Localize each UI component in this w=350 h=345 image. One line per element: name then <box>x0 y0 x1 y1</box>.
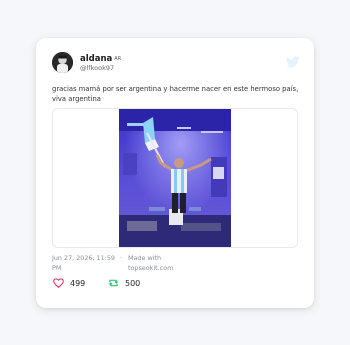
retweet-count: 500 <box>125 278 141 288</box>
like-count: 499 <box>70 278 86 288</box>
tweet-date: Jun 27, 2026, 11:59 PM <box>52 254 115 272</box>
tweet-stats: 499 500 <box>52 276 252 290</box>
retweet-icon <box>109 279 118 287</box>
twitter-bird-icon <box>286 56 300 68</box>
photo-image <box>119 109 231 247</box>
retweet-button[interactable]: 500 <box>108 276 140 290</box>
display-name[interactable]: aldana AR <box>80 54 121 64</box>
author-names: aldana AR @lfkook97 <box>80 54 121 73</box>
flag-code: AR <box>114 56 122 62</box>
tweet-header: aldana AR @lfkook97 <box>52 52 300 74</box>
tweet-media[interactable] <box>52 108 298 248</box>
avatar[interactable] <box>52 52 73 73</box>
avatar-image <box>52 52 73 73</box>
tweet-photo[interactable] <box>119 109 231 247</box>
tweet-text: gracias mamá por ser argentina y hacerme… <box>52 85 299 103</box>
meta-separator: · <box>120 254 123 262</box>
display-name-text: aldana <box>80 54 113 64</box>
made-with-credit[interactable]: Made with topseokit.com <box>128 254 198 273</box>
heart-icon <box>53 278 64 288</box>
tweet-card: aldana AR @lfkook97 gracias mamá por ser … <box>36 38 314 308</box>
like-button[interactable]: 499 <box>53 276 85 290</box>
user-handle[interactable]: @lfkook97 <box>80 64 121 73</box>
